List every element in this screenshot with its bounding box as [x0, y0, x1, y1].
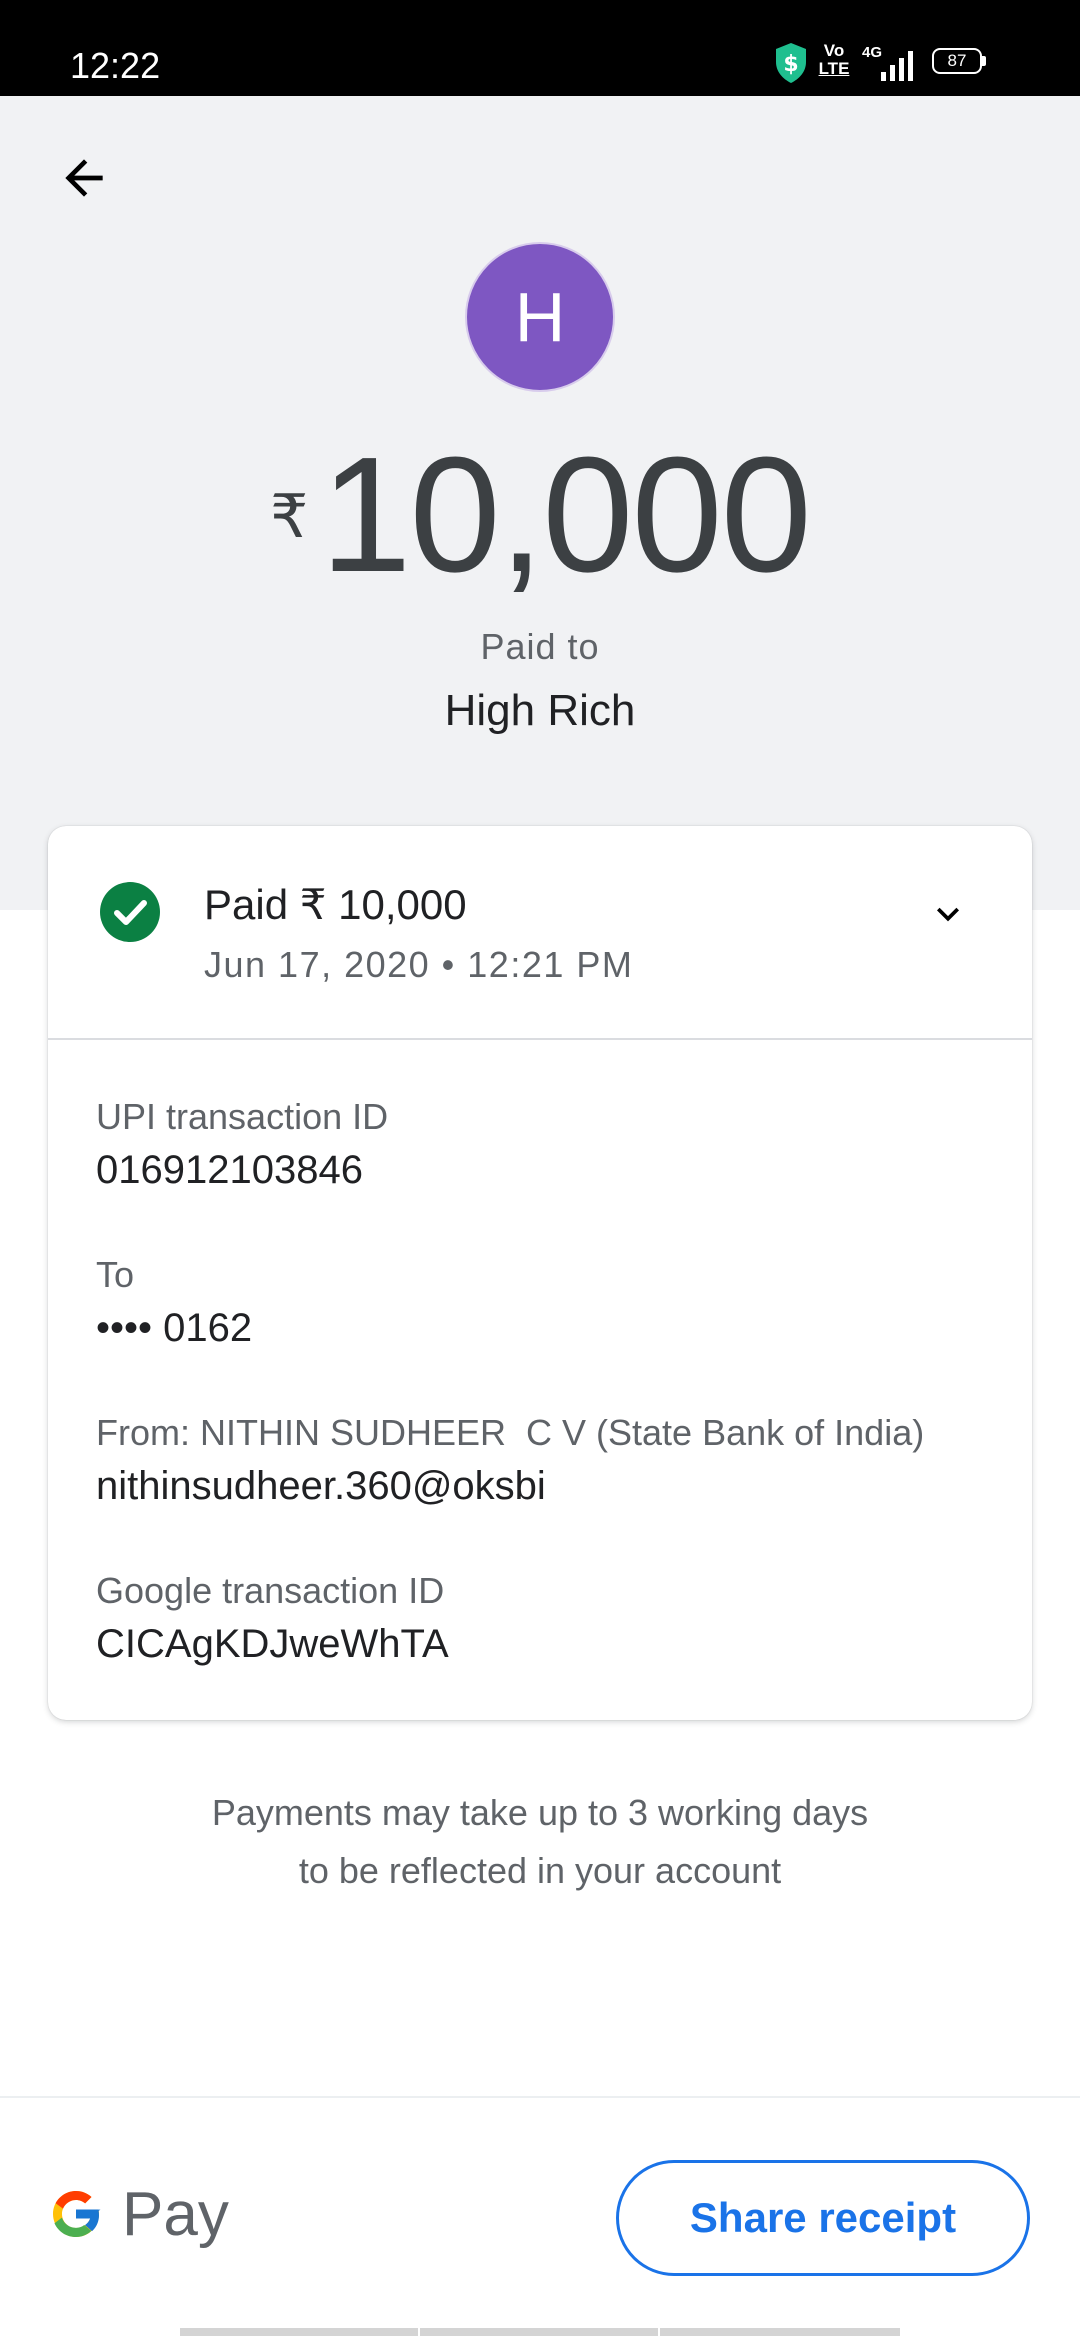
upi-transaction-id-value: 016912103846 — [96, 1148, 363, 1192]
pay-wordmark: Pay — [122, 2180, 229, 2249]
volte-icon: Vo LTE — [816, 42, 852, 78]
share-receipt-button[interactable]: Share receipt — [616, 2160, 1030, 2276]
paid-to-label: Paid to — [480, 626, 600, 667]
payment-datetime: Jun 17, 2020 • 12:21 PM — [204, 944, 634, 985]
signal-icon — [881, 51, 913, 81]
arrow-left-icon — [65, 159, 103, 197]
check-circle-icon — [100, 882, 160, 942]
amount-value: 10,000 — [320, 423, 812, 606]
battery-level: 87 — [947, 51, 967, 70]
paid-amount-line: Paid ₹ 10,000 — [204, 881, 467, 928]
status-icons: $ Vo LTE 4G 87 — [774, 42, 1014, 88]
card-divider — [48, 1038, 1032, 1040]
amount-display: ₹10,000 — [0, 430, 1080, 600]
currency-symbol: ₹ — [270, 483, 309, 550]
svg-text:$: $ — [783, 52, 798, 77]
volte-top-label: Vo — [823, 41, 845, 60]
transaction-details-card: Paid ₹ 10,000 Jun 17, 2020 • 12:21 PM UP… — [48, 826, 1032, 1720]
back-button[interactable] — [46, 140, 122, 216]
battery-tip — [982, 56, 986, 66]
status-bar: 12:22 $ Vo LTE 4G 87 — [0, 0, 1080, 96]
network-type-label: 4G — [862, 44, 883, 61]
payee-name: High Rich — [444, 686, 636, 735]
nav-handle-center — [420, 2328, 658, 2336]
google-pay-logo: Pay — [46, 2180, 246, 2250]
status-time: 12:22 — [70, 45, 161, 86]
google-g-icon — [53, 2191, 101, 2237]
footer-divider — [0, 2096, 1080, 2098]
notice-line-2: to be reflected in your account — [298, 1850, 782, 1891]
nav-handle-left — [180, 2328, 418, 2336]
upi-transaction-id-label: UPI transaction ID — [96, 1096, 389, 1137]
google-transaction-id-label: Google transaction ID — [96, 1570, 445, 1611]
from-label: From: NITHIN SUDHEER C V (State Bank of … — [96, 1412, 925, 1453]
payment-summary-row[interactable]: Paid ₹ 10,000 Jun 17, 2020 • 12:21 PM — [48, 826, 1032, 1040]
avatar: H — [465, 242, 615, 392]
processing-notice: Payments may take up to 3 working days t… — [0, 1784, 1080, 1900]
notice-line-1: Payments may take up to 3 working days — [211, 1792, 869, 1833]
chevron-down-icon — [937, 907, 959, 922]
to-account-value: •••• 0162 — [96, 1306, 253, 1350]
google-transaction-id-value: CICAgKDJweWhTA — [96, 1622, 449, 1666]
expand-button[interactable] — [918, 884, 978, 944]
battery-icon: 87 — [932, 48, 982, 74]
nav-handle-right — [660, 2328, 900, 2336]
to-label: To — [96, 1254, 135, 1295]
from-upi-id-value: nithinsudheer.360@oksbi — [96, 1464, 546, 1508]
volte-bottom-label: LTE — [818, 59, 850, 78]
shield-dollar-icon: $ — [776, 43, 806, 83]
